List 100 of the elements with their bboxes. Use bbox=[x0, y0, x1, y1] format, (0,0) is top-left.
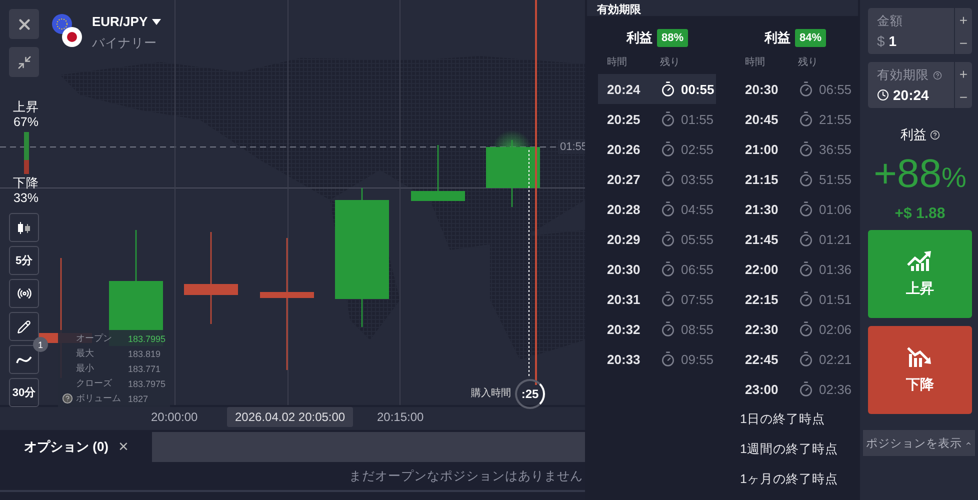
up-label: 上昇 bbox=[13, 100, 39, 115]
expiry-option[interactable]: 20:27 03:55 bbox=[598, 164, 716, 194]
candles-icon bbox=[17, 222, 31, 234]
axis-time: 20:15:00 bbox=[377, 410, 424, 424]
expiry-option[interactable]: 20:28 04:55 bbox=[598, 194, 716, 224]
stopwatch-icon bbox=[798, 111, 814, 127]
stopwatch-icon bbox=[660, 321, 676, 337]
expiry-option[interactable]: 20:25 01:55 bbox=[598, 104, 716, 134]
profit-badge: 84% bbox=[795, 29, 826, 47]
expiry-option[interactable]: 20:29 05:55 bbox=[598, 224, 716, 254]
clock-icon bbox=[877, 89, 889, 101]
collapse-button[interactable] bbox=[9, 47, 39, 77]
decrement-button[interactable]: − bbox=[955, 85, 972, 108]
expiry-option[interactable]: 20:26 02:55 bbox=[598, 134, 716, 164]
stopwatch-icon bbox=[660, 141, 676, 157]
stopwatch-icon bbox=[798, 171, 814, 187]
purchase-label: 購入時間 bbox=[471, 386, 511, 400]
stopwatch-icon bbox=[798, 261, 814, 277]
timeframe-button[interactable]: 30分 bbox=[9, 378, 39, 407]
down-label: 下降 bbox=[13, 176, 39, 191]
ohlc-value: 183.7995 bbox=[128, 334, 166, 344]
help-icon[interactable] bbox=[62, 393, 73, 404]
expiry-option[interactable]: 20:30 06:55 bbox=[598, 254, 716, 284]
increment-button[interactable]: + bbox=[955, 62, 972, 85]
expiry-option[interactable]: 21:15 51:55 bbox=[736, 164, 854, 194]
stopwatch-icon bbox=[798, 351, 814, 367]
increment-button[interactable]: + bbox=[955, 8, 972, 31]
column-header: 時間 bbox=[745, 56, 766, 69]
flag-icon bbox=[52, 14, 82, 48]
close-button[interactable] bbox=[9, 9, 39, 39]
stopwatch-icon bbox=[660, 201, 676, 217]
stopwatch-icon bbox=[660, 291, 676, 307]
expiry-option[interactable]: 1週間の終了時点 bbox=[736, 434, 854, 464]
expiry-option[interactable]: 22:30 02:06 bbox=[736, 314, 854, 344]
ohlc-label: オープン bbox=[76, 332, 113, 345]
call-button[interactable]: 上昇 bbox=[868, 230, 972, 318]
stopwatch-icon bbox=[660, 81, 676, 97]
stopwatch-icon bbox=[798, 231, 814, 247]
help-icon[interactable] bbox=[930, 130, 940, 140]
column-header: 時間 bbox=[607, 56, 628, 69]
caret-icon bbox=[152, 18, 161, 24]
expiry-option[interactable]: 21:45 01:21 bbox=[736, 224, 854, 254]
pencil-icon bbox=[17, 320, 31, 334]
column-header: 残り bbox=[660, 56, 681, 69]
expiry-option[interactable]: 22:15 01:51 bbox=[736, 284, 854, 314]
candle bbox=[411, 145, 465, 201]
expiry-option[interactable]: 20:30 06:55 bbox=[736, 74, 854, 104]
stopwatch-icon bbox=[798, 291, 814, 307]
profit-label: 利益 bbox=[900, 126, 926, 144]
signal-icon bbox=[16, 286, 32, 301]
expiry-field[interactable]: 有効期限 20:24 + − bbox=[868, 62, 972, 108]
expiry-option[interactable]: 23:00 02:36 bbox=[736, 374, 854, 404]
axis-time: 20:00:00 bbox=[151, 410, 198, 424]
expiry-option[interactable]: 21:30 01:06 bbox=[736, 194, 854, 224]
ohlc-label: クローズ bbox=[76, 377, 113, 390]
ohlc-value: 183.819 bbox=[128, 348, 162, 358]
expiry-option[interactable]: 1ヶ月の終了時点 bbox=[736, 464, 854, 494]
decrement-button[interactable]: − bbox=[955, 31, 972, 54]
trend-down-icon bbox=[907, 346, 933, 368]
candles-button[interactable] bbox=[9, 213, 39, 242]
count-badge: 1 bbox=[33, 337, 48, 352]
expiry-option[interactable]: 20:24 00:55 bbox=[598, 74, 716, 104]
trend-up-icon bbox=[907, 250, 933, 272]
countdown-timer: :25 bbox=[515, 379, 545, 409]
show-positions-button[interactable]: ポジションを表示 bbox=[863, 430, 975, 456]
profit-label: 利益 bbox=[626, 29, 652, 47]
wave-icon bbox=[16, 354, 32, 364]
stopwatch-icon bbox=[798, 321, 814, 337]
signal-button[interactable] bbox=[9, 279, 39, 308]
profit-percent: +88% bbox=[874, 152, 966, 197]
profit-amount: +$ 1.88 bbox=[894, 205, 946, 222]
ohlc-value: 183.7975 bbox=[128, 378, 166, 388]
expiry-option[interactable]: 20:33 09:55 bbox=[598, 344, 716, 374]
expiry-option[interactable]: 20:45 21:55 bbox=[736, 104, 854, 134]
expiry-option[interactable]: 20:32 08:55 bbox=[598, 314, 716, 344]
expiry-option[interactable]: 20:31 07:55 bbox=[598, 284, 716, 314]
expiry-option[interactable]: 21:00 36:55 bbox=[736, 134, 854, 164]
asset-type: バイナリー bbox=[92, 35, 158, 52]
expiry-option[interactable]: 22:00 01:36 bbox=[736, 254, 854, 284]
collapse-icon bbox=[16, 54, 32, 70]
profit-badge: 88% bbox=[657, 29, 688, 47]
profit-label: 利益 bbox=[764, 29, 790, 47]
expiry-option[interactable]: 22:45 02:21 bbox=[736, 344, 854, 374]
expiry-option[interactable]: 1日の終了時点 bbox=[736, 404, 854, 434]
amount-field[interactable]: 金額 $ 1 + − bbox=[868, 8, 972, 54]
down-percent: 33% bbox=[13, 191, 39, 206]
empty-message: まだオープンなポジションはありません bbox=[349, 468, 583, 484]
stopwatch-icon bbox=[660, 261, 676, 277]
stopwatch-icon bbox=[798, 201, 814, 217]
stopwatch-icon bbox=[660, 111, 676, 127]
put-button[interactable]: 下降 bbox=[868, 326, 972, 414]
sentiment-bar bbox=[24, 132, 28, 174]
options-tab[interactable]: オプション (0) × bbox=[0, 432, 152, 462]
timeframe-button[interactable]: 5分 bbox=[9, 246, 39, 275]
column-header: 残り bbox=[798, 56, 819, 69]
menu-title: 有効期限 bbox=[597, 4, 641, 16]
help-icon[interactable] bbox=[933, 71, 942, 80]
crosshair-time: 2026.04.02 20:05:00 bbox=[227, 407, 354, 427]
stopwatch-icon bbox=[660, 171, 676, 187]
asset-selector[interactable]: EUR/JPY bbox=[92, 14, 161, 29]
